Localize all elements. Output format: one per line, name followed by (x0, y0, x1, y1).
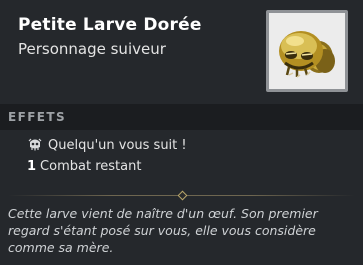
item-title: Petite Larve Dorée (18, 15, 202, 35)
item-description: Cette larve vient de naître d'un œuf. So… (8, 206, 318, 255)
golden-larva-icon (279, 31, 335, 78)
effects-list: Quelqu'un vous suit ! 1 Combat restant (0, 130, 363, 186)
section-title: EFFETS (8, 110, 67, 124)
portrait (266, 10, 348, 92)
follower-icon (28, 138, 42, 151)
item-subtitle: Personnage suiveur (18, 40, 166, 58)
effect-row-follower: Quelqu'un vous suit ! (28, 137, 187, 155)
effect-text: Quelqu'un vous suit ! (48, 138, 187, 153)
effect-text: Combat restant (40, 159, 142, 174)
tooltip-header: Petite Larve Dorée Personnage suiveur (0, 0, 363, 104)
divider-ornament (177, 190, 188, 201)
effects-section-header: EFFETS (0, 104, 363, 130)
effect-row-combat: 1 Combat restant (27, 159, 141, 177)
effect-count: 1 (27, 159, 37, 174)
follower-tooltip: Petite Larve Dorée Personnage suiveur EF… (0, 0, 363, 265)
